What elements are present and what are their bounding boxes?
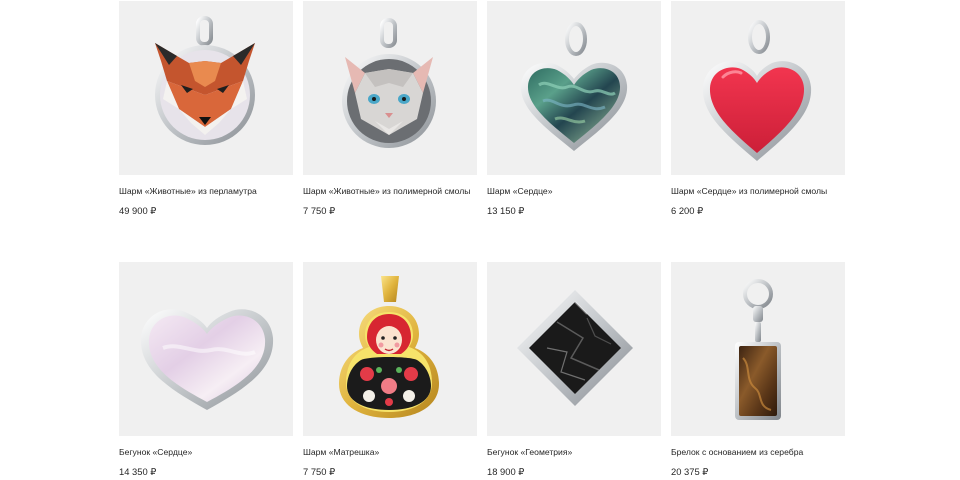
product-image[interactable]: [119, 262, 293, 436]
cat-charm-icon: [342, 18, 436, 148]
product-image[interactable]: [303, 1, 477, 175]
product-name[interactable]: Шарм «Сердце» из полимерной смолы: [671, 186, 845, 197]
product-price: 18 900 ₽: [487, 466, 525, 477]
product-card[interactable]: Бегунок «Геометрия» 18 900 ₽: [487, 262, 661, 477]
product-price: 20 375 ₽: [671, 466, 709, 477]
product-image[interactable]: [671, 262, 845, 436]
product-name[interactable]: Шарм «Сердце»: [487, 186, 661, 197]
product-grid: Шарм «Животные» из перламутра 49 900 ₽ Ш…: [0, 0, 960, 480]
product-name[interactable]: Шарм «Животные» из перламутра: [119, 186, 293, 197]
product-card[interactable]: Бегунок «Сердце» 14 350 ₽: [119, 262, 293, 477]
product-card[interactable]: Шарм «Матрешка» 7 750 ₽: [303, 262, 477, 477]
pearl-heart-slider-icon: [140, 309, 274, 410]
product-card[interactable]: Шарм «Животные» из полимерной смолы 7 75…: [303, 1, 477, 216]
product-name[interactable]: Шарм «Животные» из полимерной смолы: [303, 186, 477, 197]
product-card[interactable]: Шарм «Сердце» 13 150 ₽: [487, 1, 661, 216]
product-price: 13 150 ₽: [487, 205, 525, 216]
product-name[interactable]: Бегунок «Геометрия»: [487, 447, 661, 458]
product-price: 6 200 ₽: [671, 205, 704, 216]
silver-keychain-icon: [735, 279, 781, 420]
product-image[interactable]: [487, 1, 661, 175]
red-heart-icon: [702, 20, 812, 161]
fox-charm-icon: [155, 16, 255, 145]
product-card[interactable]: Брелок с основанием из серебра 20 375 ₽: [671, 262, 845, 477]
product-image[interactable]: [671, 1, 845, 175]
product-image[interactable]: [119, 1, 293, 175]
product-image[interactable]: [487, 262, 661, 436]
product-name[interactable]: Брелок с основанием из серебра: [671, 447, 845, 458]
product-price: 7 750 ₽: [303, 466, 336, 477]
product-price: 7 750 ₽: [303, 205, 336, 216]
product-name[interactable]: Бегунок «Сердце»: [119, 447, 293, 458]
product-price: 14 350 ₽: [119, 466, 157, 477]
product-card[interactable]: Шарм «Животные» из перламутра 49 900 ₽: [119, 1, 293, 216]
product-name[interactable]: Шарм «Матрешка»: [303, 447, 477, 458]
product-price: 49 900 ₽: [119, 205, 157, 216]
abalone-heart-icon: [520, 22, 628, 151]
matryoshka-charm-icon: [339, 276, 439, 418]
product-image[interactable]: [303, 262, 477, 436]
product-card[interactable]: Шарм «Сердце» из полимерной смолы 6 200 …: [671, 1, 845, 216]
marble-square-slider-icon: [517, 290, 633, 406]
